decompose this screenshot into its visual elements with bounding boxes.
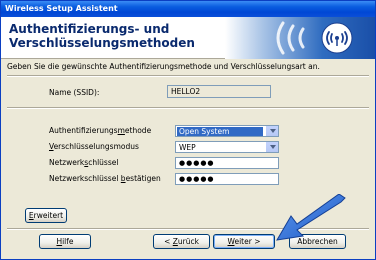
- chevron-down-icon[interactable]: [265, 126, 278, 136]
- blue-arrow-icon: [276, 194, 346, 241]
- next-button[interactable]: Weiter >: [213, 234, 275, 249]
- encryption-label: Verschlüsselungsmodus: [49, 142, 139, 151]
- instruction-text: Geben Sie die gewünschte Authentifizieru…: [7, 62, 320, 71]
- ssid-label: Name (SSID):: [49, 88, 100, 97]
- page-title: Authentifizierungs- und Verschlüsselungs…: [9, 22, 195, 50]
- wireless-signal-icon: [276, 21, 353, 55]
- back-button[interactable]: < Zurück: [153, 234, 210, 249]
- auth-method-value: Open System: [177, 127, 263, 136]
- confirm-key-label: Netzwerkschlüssel bestätigen: [49, 174, 161, 183]
- encryption-select[interactable]: WEP: [175, 141, 279, 153]
- setup-window: Wireless Setup Assistent Authentifizieru…: [0, 0, 376, 260]
- encryption-value: WEP: [179, 143, 196, 152]
- network-key-label: Netzwerkschlüssel: [49, 158, 119, 167]
- ssid-value: HELLO2: [167, 85, 271, 98]
- title-bar: Wireless Setup Assistent: [1, 1, 375, 17]
- advanced-button[interactable]: Erweitert: [25, 208, 67, 223]
- help-button[interactable]: Hilfe: [39, 234, 91, 249]
- window-title: Wireless Setup Assistent: [5, 4, 118, 13]
- chevron-down-icon[interactable]: [265, 142, 278, 152]
- header-banner: [225, 17, 375, 59]
- auth-method-select[interactable]: Open System: [175, 125, 279, 137]
- network-key-input[interactable]: ●●●●●: [175, 157, 279, 169]
- auth-method-label: Authentifizierungsmethode: [49, 126, 152, 135]
- confirm-key-input[interactable]: ●●●●●: [175, 173, 279, 185]
- section-divider: [7, 107, 369, 109]
- top-divider: [7, 75, 369, 77]
- wizard-header: Authentifizierungs- und Verschlüsselungs…: [1, 17, 375, 59]
